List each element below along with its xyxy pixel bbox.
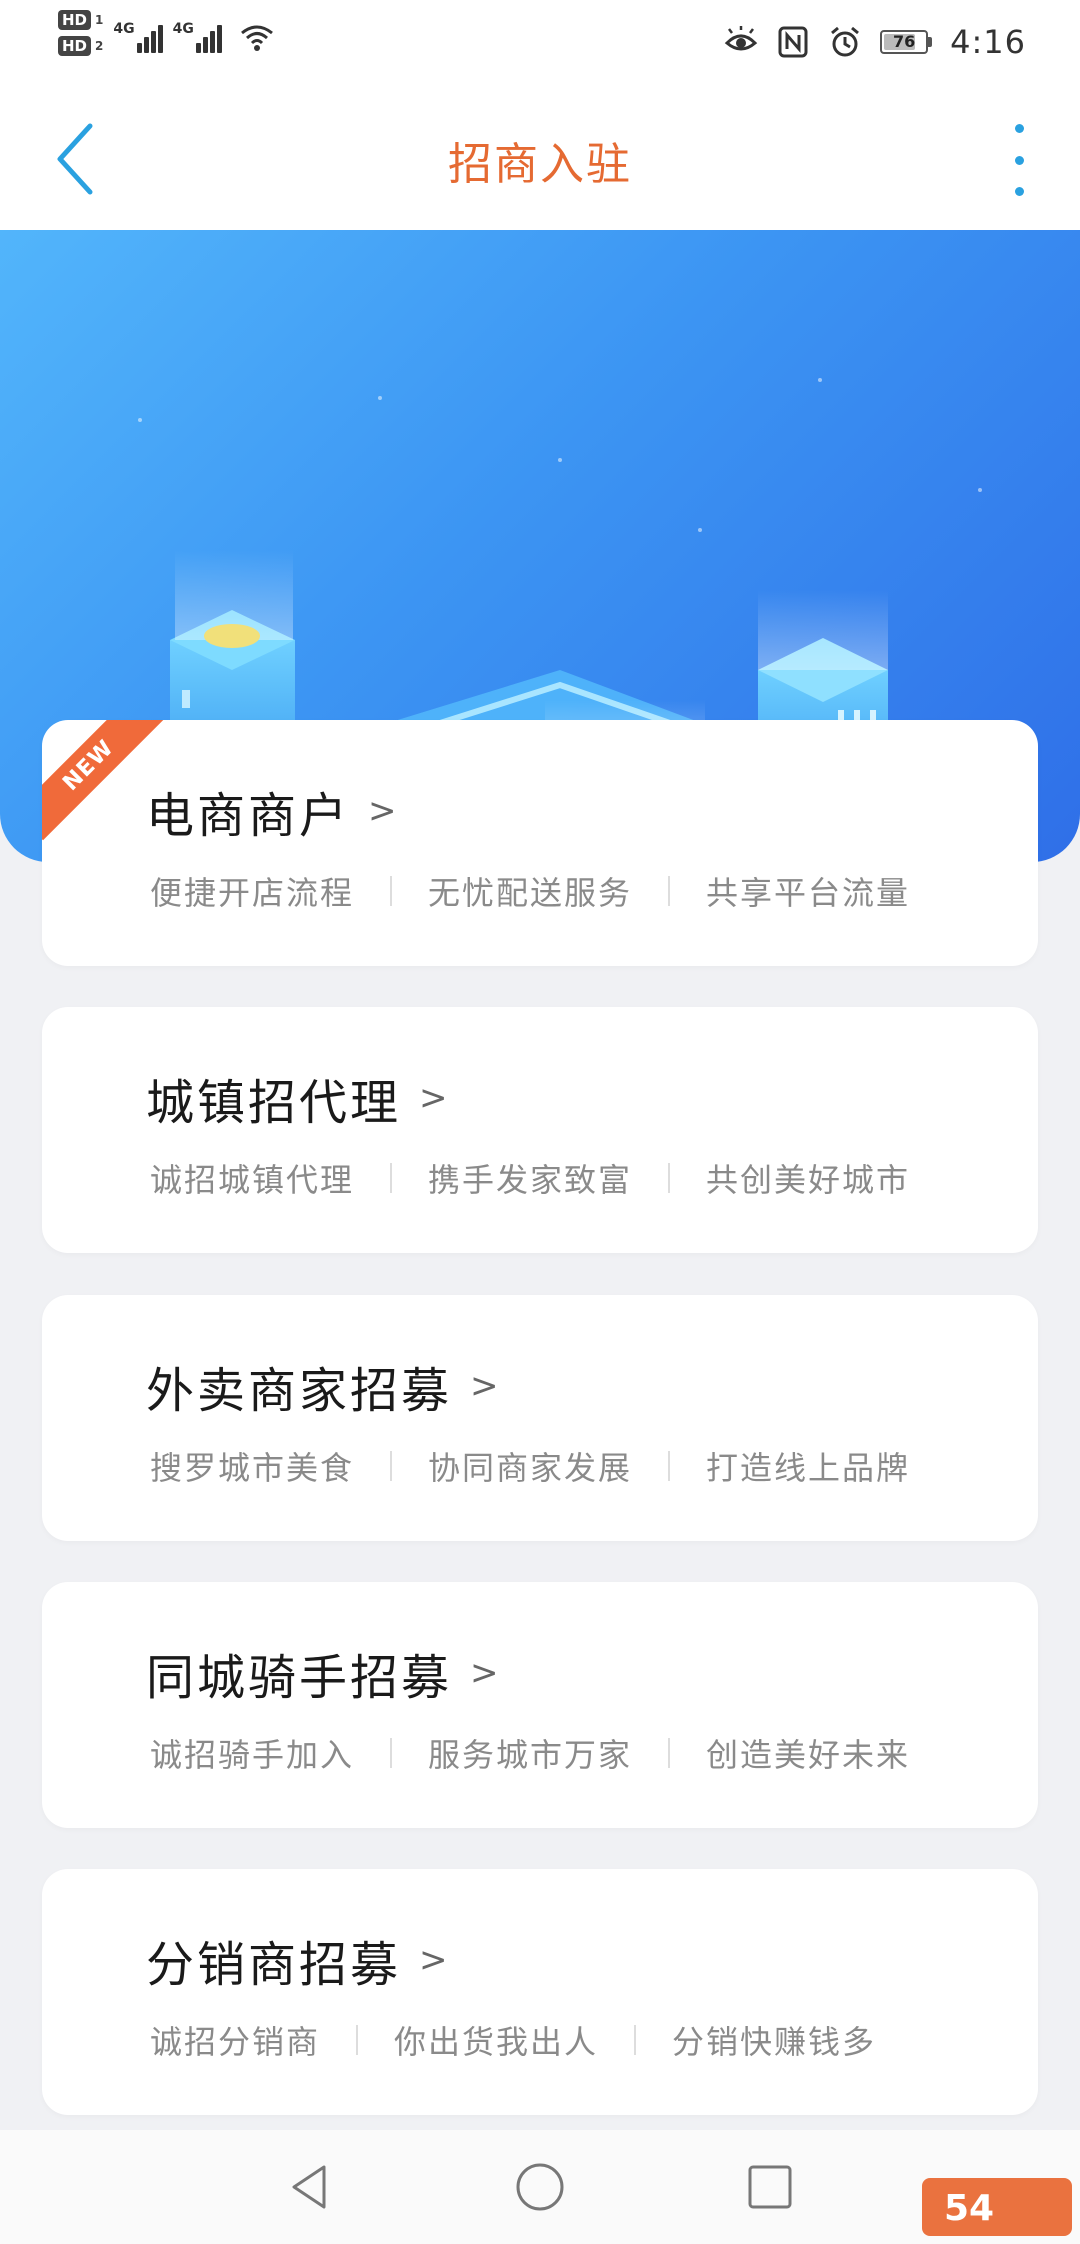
- more-dot-icon: [1014, 124, 1024, 133]
- page-title: 招商入驻: [448, 139, 632, 190]
- chevron-right-icon: >: [419, 1078, 448, 1118]
- card-tags: 搜罗城市美食 协同商家发展 打造线上品牌: [150, 1443, 910, 1489]
- hd-indicators: HD 1 HD 2: [58, 10, 103, 56]
- wifi-icon: [240, 25, 273, 51]
- card-tag: 诚招分销商: [150, 2023, 321, 2061]
- card-tag: 打造线上品牌: [706, 1449, 911, 1487]
- chevron-right-icon: >: [470, 1653, 499, 1693]
- tag-divider: [668, 1451, 671, 1481]
- status-left: HD 1 HD 2 4G 4G: [58, 10, 274, 56]
- card-tags: 便捷开店流程 无忧配送服务 共享平台流量: [150, 868, 910, 914]
- card-title-row: 电商商户 >: [146, 776, 397, 846]
- eye-comfort-icon: [724, 26, 758, 51]
- card-title: 同城骑手招募: [146, 1650, 453, 1706]
- card-tag: 无忧配送服务: [428, 874, 633, 912]
- card-tag: 共创美好城市: [706, 1161, 911, 1199]
- alarm-icon: [831, 26, 860, 57]
- tag-divider: [390, 1738, 393, 1768]
- network-type-label: 4G: [113, 21, 135, 37]
- card-tag: 分销快赚钱多: [672, 2023, 877, 2061]
- clock: 4:16: [950, 23, 1026, 61]
- chevron-right-icon: >: [470, 1366, 499, 1406]
- system-nav-bar: [0, 2130, 1080, 2244]
- hd-indicator-2: HD 2: [58, 36, 103, 56]
- card-tag: 便捷开店流程: [150, 874, 355, 912]
- more-dot-icon: [1014, 187, 1024, 196]
- tag-divider: [390, 1163, 393, 1193]
- card-town-agent[interactable]: 城镇招代理 > 诚招城镇代理 携手发家致富 共创美好城市: [42, 1007, 1038, 1253]
- hd-sim-number: 1: [95, 13, 104, 27]
- card-title-row: 外卖商家招募 >: [146, 1351, 499, 1421]
- tag-divider: [668, 1738, 671, 1768]
- status-bar: HD 1 HD 2 4G 4G 76 4:16: [0, 0, 1080, 84]
- card-tag: 创造美好未来: [706, 1736, 911, 1774]
- card-tags: 诚招分销商 你出货我出人 分销快赚钱多: [150, 2017, 876, 2063]
- tag-divider: [390, 1451, 393, 1481]
- watermark-text: 54: [944, 2188, 994, 2229]
- status-right: 76 4:16: [724, 14, 1026, 70]
- nav-back-button[interactable]: [282, 2159, 338, 2215]
- chevron-right-icon: >: [419, 1940, 448, 1980]
- network-type-label: 4G: [172, 21, 194, 37]
- more-options-button[interactable]: [994, 118, 1044, 202]
- card-tag: 携手发家致富: [428, 1161, 633, 1199]
- battery-icon: 76: [880, 30, 933, 54]
- hd-label: HD: [58, 10, 92, 30]
- card-tag: 诚招骑手加入: [150, 1736, 355, 1774]
- card-tag: 搜罗城市美食: [150, 1449, 355, 1487]
- tag-divider: [634, 2025, 637, 2055]
- card-title: 分销商招募: [146, 1937, 402, 1993]
- card-title: 外卖商家招募: [146, 1363, 453, 1419]
- nav-home-button[interactable]: [512, 2159, 568, 2215]
- card-distributor-recruit[interactable]: 分销商招募 > 诚招分销商 你出货我出人 分销快赚钱多: [42, 1869, 1038, 2115]
- battery-level: 76: [893, 32, 916, 51]
- tag-divider: [668, 876, 671, 906]
- card-title: 城镇招代理: [146, 1075, 402, 1131]
- card-tag: 你出货我出人: [394, 2023, 599, 2061]
- card-tag: 服务城市万家: [428, 1736, 633, 1774]
- tag-divider: [390, 876, 393, 906]
- watermark-logo: 54: [922, 2178, 1072, 2236]
- card-takeout-merchant[interactable]: 外卖商家招募 > 搜罗城市美食 协同商家发展 打造线上品牌: [42, 1295, 1038, 1541]
- card-tag: 协同商家发展: [428, 1449, 633, 1487]
- signal-icon-sim2: 4G: [173, 13, 222, 53]
- card-title-row: 分销商招募 >: [146, 1925, 448, 1995]
- hd-sim-number: 2: [95, 39, 104, 53]
- tag-divider: [668, 1163, 671, 1193]
- card-tag: 诚招城镇代理: [150, 1161, 355, 1199]
- hd-indicator-1: HD 1: [58, 10, 103, 30]
- card-tag: 共享平台流量: [706, 874, 911, 912]
- hd-label: HD: [58, 36, 92, 56]
- card-rider-recruit[interactable]: 同城骑手招募 > 诚招骑手加入 服务城市万家 创造美好未来: [42, 1582, 1038, 1828]
- card-tags: 诚招城镇代理 携手发家致富 共创美好城市: [150, 1155, 910, 1201]
- card-ecommerce-merchant[interactable]: NEW 电商商户 > 便捷开店流程 无忧配送服务 共享平台流量: [42, 720, 1038, 966]
- tag-divider: [356, 2025, 359, 2055]
- app-header: 招商入驻: [0, 84, 1080, 230]
- chevron-right-icon: >: [368, 791, 397, 831]
- more-dot-icon: [1014, 155, 1024, 165]
- signal-icon-sim1: 4G: [113, 13, 163, 53]
- card-title-row: 城镇招代理 >: [146, 1063, 448, 1133]
- card-title: 电商商户: [146, 788, 351, 844]
- nfc-icon: [778, 26, 808, 58]
- nav-recents-button[interactable]: [742, 2159, 798, 2215]
- card-title-row: 同城骑手招募 >: [146, 1638, 499, 1708]
- card-tags: 诚招骑手加入 服务城市万家 创造美好未来: [150, 1730, 910, 1776]
